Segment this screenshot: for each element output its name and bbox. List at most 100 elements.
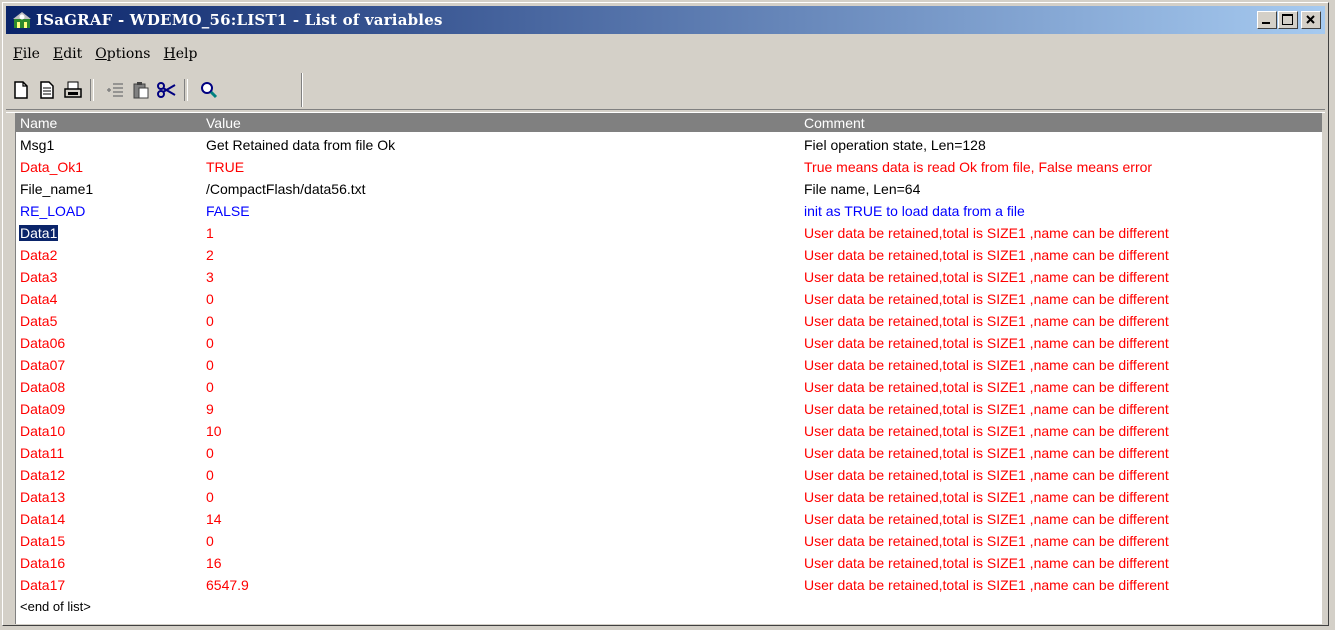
edit-button[interactable]	[36, 79, 58, 101]
table-row[interactable]: Data1 1 User data be retained,total is SIZ…	[16, 223, 1322, 245]
cell-value: 0	[206, 533, 214, 549]
new-button[interactable]	[10, 79, 32, 101]
minimize-button[interactable]	[1257, 11, 1277, 29]
cell-comment: Fiel operation state, Len=128	[804, 137, 986, 153]
cell-comment: User data be retained,total is SIZE1 ,na…	[804, 313, 1169, 329]
table-row[interactable]: Data14 14 User data be retained,total is S…	[16, 509, 1322, 531]
paste-button[interactable]	[130, 79, 152, 101]
table-row[interactable]: Data12 0 User data be retained,total is SI…	[16, 465, 1322, 487]
table-row[interactable]: Data17 6547.9 User data be retained,total …	[16, 575, 1322, 597]
close-button[interactable]	[1301, 11, 1321, 29]
cell-name: RE_LOAD	[20, 203, 86, 219]
table-row[interactable]: Data5 0 User data be retained,total is SIZ…	[16, 311, 1322, 333]
cell-name: Data5	[20, 313, 58, 329]
cell-value: 3	[206, 269, 214, 285]
print-button[interactable]	[62, 79, 84, 101]
table-row[interactable]: Data_Ok1 TRUE True means data is read Ok f…	[16, 157, 1322, 179]
table-row[interactable]: Data06 0 User data be retained,total is SI…	[16, 333, 1322, 355]
cell-name: Data1	[19, 225, 59, 241]
cell-name: Data16	[20, 555, 66, 571]
table-row[interactable]: Msg1 Get Retained data from file Ok Fiel o…	[16, 135, 1322, 157]
cell-comment: User data be retained,total is SIZE1 ,na…	[804, 379, 1169, 395]
print-icon	[64, 81, 82, 98]
table-row[interactable]: Data09 9 User data be retained,total is SI…	[16, 399, 1322, 421]
insert-icon	[107, 83, 123, 97]
menu-file-accel: F	[13, 46, 23, 62]
cell-name: Data10	[20, 423, 66, 439]
cell-name: Msg1	[20, 137, 55, 153]
cell-value: FALSE	[206, 203, 250, 219]
cell-name: Data14	[20, 511, 66, 527]
menu-file[interactable]: File	[6, 46, 46, 62]
cell-value: Get Retained data from file Ok	[206, 137, 396, 153]
menu-options-label: ptions	[106, 46, 151, 62]
cell-comment: File name, Len=64	[804, 181, 921, 197]
cell-value: 0	[206, 335, 214, 351]
cut-button[interactable]	[156, 79, 178, 101]
cell-value: 10	[206, 423, 222, 439]
table-row[interactable]: Data10 10 User data be retained,total is S…	[16, 421, 1322, 443]
cell-comment: User data be retained,total is SIZE1 ,na…	[804, 533, 1169, 549]
cell-value: 6547.9	[206, 577, 249, 593]
cell-comment: User data be retained,total is SIZE1 ,na…	[804, 357, 1169, 373]
table-row[interactable]: Data11 0 User data be retained,total is SI…	[16, 443, 1322, 465]
paste-icon	[133, 82, 149, 99]
menu-help-label: elp	[175, 46, 198, 62]
table-row[interactable]: Data13 0 User data be retained,total is SI…	[16, 487, 1322, 509]
window-title: ISaGRAF - WDEMO_56:LIST1 - List of varia…	[36, 11, 443, 29]
cell-value: 0	[206, 291, 214, 307]
table-row[interactable]: Data16 16 User data be retained,total is S…	[16, 553, 1322, 575]
table-row[interactable]: Data15 0 User data be retained,total is SI…	[16, 531, 1322, 553]
cell-name: Data2	[20, 247, 58, 263]
cut-icon	[157, 82, 176, 98]
cell-name: Data06	[20, 335, 66, 351]
cell-value: 0	[206, 313, 214, 329]
cell-name: Data08	[20, 379, 66, 395]
table-row[interactable]: Data07 0 User data be retained,total is SI…	[16, 355, 1322, 377]
cell-comment: User data be retained,total is SIZE1 ,na…	[804, 401, 1169, 417]
cell-comment: init as TRUE to load data from a file	[804, 203, 1025, 219]
toolbar	[6, 73, 306, 107]
cell-name: Data4	[20, 291, 58, 307]
cell-value: 1	[206, 225, 214, 241]
cell-value: 0	[206, 489, 214, 505]
new-icon	[14, 81, 28, 99]
header-name[interactable]: Name	[20, 115, 57, 131]
main-window: ISaGRAF - WDEMO_56:LIST1 - List of varia…	[2, 2, 1329, 626]
table-row[interactable]: Data08 0 User data be retained,total is SI…	[16, 377, 1322, 399]
header-value[interactable]: Value	[206, 115, 241, 131]
toolbar-separator	[90, 79, 94, 101]
cell-name: Data09	[20, 401, 66, 417]
edit-icon	[40, 81, 54, 99]
table-row[interactable]: Data3 3 User data be retained,total is SIZ…	[16, 267, 1322, 289]
menu-options-accel: O	[95, 46, 107, 62]
menu-options[interactable]: Options	[88, 46, 156, 62]
search-button[interactable]	[198, 79, 220, 101]
table-row[interactable]: Data4 0 User data be retained,total is SIZ…	[16, 289, 1322, 311]
menu-help[interactable]: Help	[156, 46, 203, 62]
cell-comment: User data be retained,total is SIZE1 ,na…	[804, 489, 1169, 505]
toolbar-edge	[301, 73, 303, 107]
menu-file-label: ile	[22, 46, 40, 62]
cell-name: Data13	[20, 489, 66, 505]
isagraf-app-icon[interactable]	[12, 10, 32, 30]
cell-name: Data12	[20, 467, 66, 483]
table-row[interactable]: RE_LOAD FALSE init as TRUE to load data fr…	[16, 201, 1322, 223]
table-row[interactable]: File_name1/CompactFlash/data56.txt File n…	[16, 179, 1322, 201]
cell-comment: User data be retained,total is SIZE1 ,na…	[804, 467, 1169, 483]
cell-comment: User data be retained,total is SIZE1 ,na…	[804, 577, 1169, 593]
menu-edit[interactable]: Edit	[46, 46, 88, 62]
title-bar[interactable]: ISaGRAF - WDEMO_56:LIST1 - List of varia…	[6, 6, 1325, 34]
variables-list[interactable]: Name Value Comment Msg1 Get Retained data…	[15, 113, 1322, 624]
cell-value: TRUE	[206, 159, 245, 175]
close-icon	[1306, 15, 1315, 24]
table-row[interactable]: Data2 2 User data be retained,total is SIZ…	[16, 245, 1322, 267]
insert-button[interactable]	[104, 79, 126, 101]
header-comment[interactable]: Comment	[804, 115, 865, 131]
maximize-button[interactable]	[1278, 11, 1298, 29]
menu-bar: File Edit Options Help	[6, 41, 1325, 67]
cell-value: 16	[206, 555, 222, 571]
cell-comment: User data be retained,total is SIZE1 ,na…	[804, 555, 1169, 571]
cell-comment: User data be retained,total is SIZE1 ,na…	[804, 423, 1169, 439]
cell-name: Data3	[20, 269, 58, 285]
